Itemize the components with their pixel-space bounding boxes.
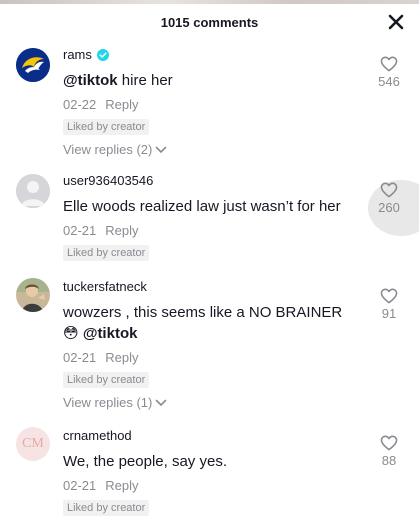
username-text[interactable]: user936403546	[63, 173, 153, 189]
comments-header: 1015 comments	[0, 4, 419, 38]
comment-username[interactable]: rams	[63, 47, 109, 63]
comment-date: 02-21	[63, 350, 97, 365]
comment-username[interactable]: tuckersfatneck	[63, 279, 147, 295]
reply-button[interactable]: Reply	[105, 223, 138, 238]
comment-meta: 02-21 Reply	[63, 478, 359, 494]
username-text[interactable]: rams	[63, 47, 92, 63]
heart-icon[interactable]	[380, 56, 398, 72]
avatar-monogram: CM	[22, 436, 44, 451]
username-text[interactable]: tuckersfatneck	[63, 279, 147, 295]
comment-username[interactable]: crnamethod	[63, 428, 132, 444]
comment-text-line: wowzers , this seems like a NO BRAINER	[63, 304, 343, 321]
comment-text: We, the people, say yes.	[63, 453, 227, 470]
reply-button[interactable]: Reply	[105, 478, 138, 493]
reply-button[interactable]: Reply	[105, 350, 138, 365]
like-count: 88	[381, 453, 397, 468]
monogram-avatar-icon[interactable]: CM	[16, 427, 50, 461]
liked-by-creator-badge: Liked by creator	[63, 500, 150, 516]
comment-meta: 02-21 Reply	[63, 223, 369, 239]
like-count: 260	[378, 200, 400, 215]
view-replies-button[interactable]: View replies (2)	[63, 142, 167, 157]
view-replies-label[interactable]: View replies (2)	[63, 142, 152, 157]
comment-meta: 02-22 Reply	[63, 97, 359, 113]
view-replies-label[interactable]: View replies (1)	[63, 395, 152, 410]
comment-date: 02-21	[63, 223, 97, 238]
rams-logo-icon[interactable]	[16, 48, 50, 82]
username-text[interactable]: crnamethod	[63, 428, 132, 444]
chevron-down-icon	[156, 146, 167, 153]
heart-icon[interactable]	[380, 288, 398, 304]
comment-username[interactable]: user936403546	[63, 173, 153, 189]
photo-avatar-icon[interactable]	[16, 278, 50, 312]
heart-icon[interactable]	[380, 435, 398, 451]
chevron-down-icon	[156, 399, 167, 406]
liked-by-creator-badge: Liked by creator	[63, 245, 150, 261]
comment-text: Elle woods realized law just wasn’t for …	[63, 198, 341, 215]
like-count: 91	[381, 306, 397, 321]
liked-by-creator-badge: Liked by creator	[63, 119, 150, 135]
heart-icon[interactable]	[380, 182, 398, 198]
default-avatar-icon[interactable]	[16, 174, 50, 208]
flushed-emoji-icon: 😳	[63, 325, 79, 342]
like-count: 546	[378, 74, 400, 89]
verified-badge-icon	[96, 49, 109, 61]
liked-by-creator-badge: Liked by creator	[63, 372, 150, 388]
view-replies-button[interactable]: View replies (1)	[63, 395, 167, 410]
comment-date: 02-22	[63, 97, 97, 112]
mention-link[interactable]: @tiktok	[83, 325, 138, 342]
comment-meta: 02-21 Reply	[63, 350, 369, 366]
comment-text: @tiktok hire her	[63, 70, 359, 91]
comment-text: wowzers , this seems like a NO BRAINER 😳…	[63, 302, 369, 344]
reply-button[interactable]: Reply	[105, 97, 138, 112]
close-icon[interactable]	[387, 13, 405, 31]
comment-text-body: hire her	[117, 72, 173, 89]
comment-date: 02-21	[63, 478, 97, 493]
mention-link[interactable]: @tiktok	[63, 72, 118, 89]
comments-count-title: 1015 comments	[160, 15, 259, 30]
